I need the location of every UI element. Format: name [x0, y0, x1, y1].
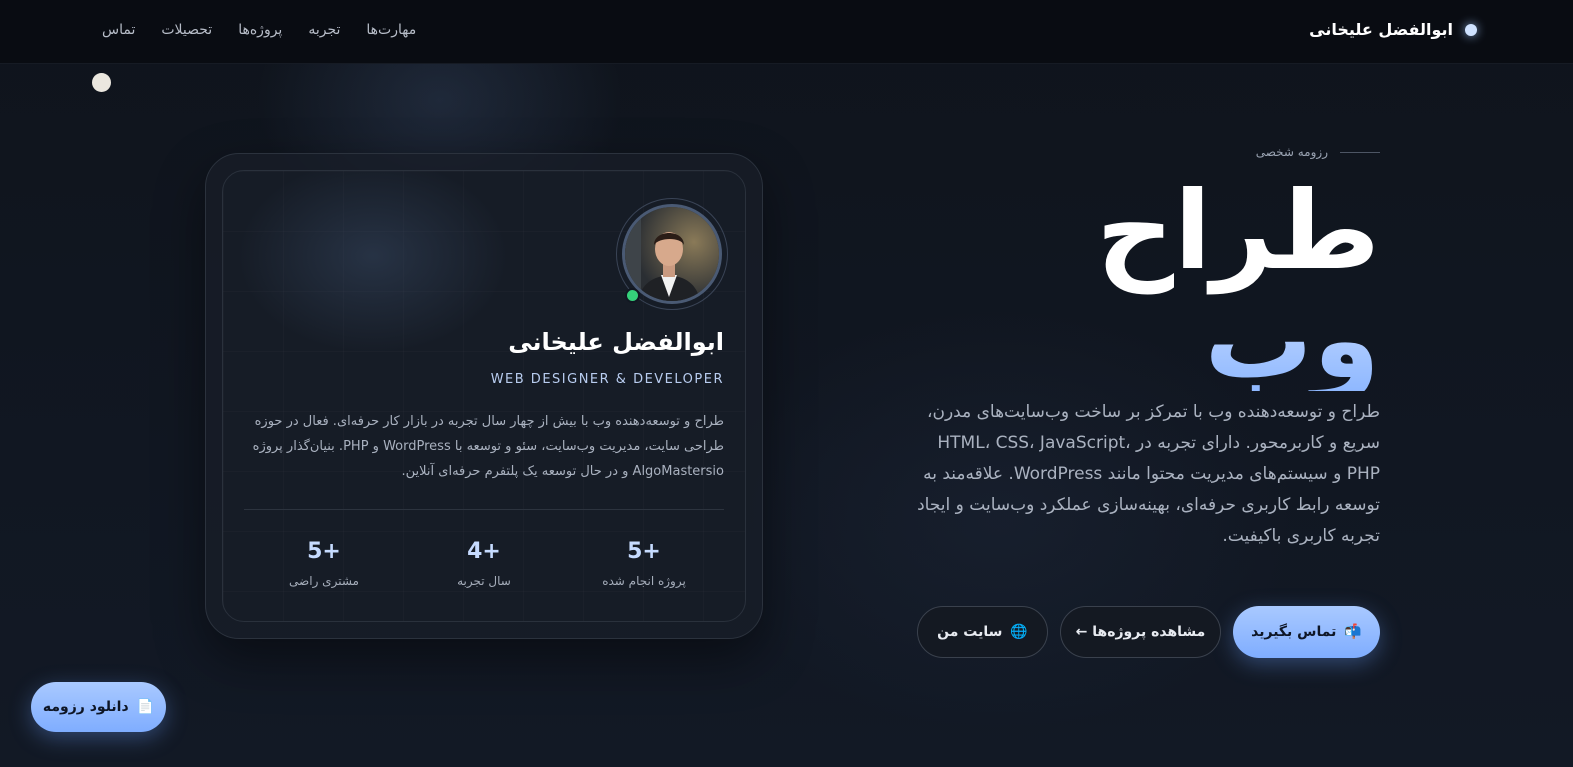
- stat-projects: 5+ پروژه انجام شده: [564, 539, 724, 588]
- stat-label: سال تجربه: [457, 574, 511, 588]
- hero-eyebrow: رزومه شخصی: [910, 145, 1380, 159]
- eyebrow-text: رزومه شخصی: [1255, 145, 1328, 159]
- top-navbar: ابوالفضل علیخانی مهارت‌ها تجربه پروژه‌ها…: [0, 0, 1573, 64]
- avatar-ring: [616, 198, 728, 310]
- my-site-button[interactable]: 🌐 سایت من: [917, 606, 1048, 658]
- nav-link-contact[interactable]: تماس: [102, 22, 135, 38]
- brand-dot-icon: [1465, 23, 1477, 36]
- hero-title-line2: وب: [910, 287, 1380, 395]
- mailbox-icon: 📬: [1344, 624, 1362, 640]
- hero-section: رزومه شخصی طراح وب طراح و توسعه‌دهنده وب…: [910, 140, 1380, 658]
- hero-title-line1: طراح: [1096, 169, 1380, 294]
- nav-links: مهارت‌ها تجربه پروژه‌ها تحصیلات تماس: [102, 22, 416, 38]
- card-name: ابوالفضل علیخانی: [508, 328, 724, 356]
- brand-name: ابوالفضل علیخانی: [1309, 20, 1453, 39]
- my-site-label: سایت من: [937, 624, 1003, 640]
- nav-link-experience[interactable]: تجربه: [308, 22, 340, 38]
- eyebrow-line: [1340, 151, 1380, 153]
- stat-experience: 4+ سال تجربه: [404, 539, 564, 588]
- nav-link-education[interactable]: تحصیلات: [161, 22, 212, 38]
- stat-value: 4+: [467, 539, 501, 564]
- online-status-icon: [625, 288, 640, 303]
- brand[interactable]: ابوالفضل علیخانی: [1309, 20, 1477, 39]
- card-divider: [244, 509, 724, 510]
- stat-label: مشتری راضی: [289, 574, 359, 588]
- profile-card-inner: ابوالفضل علیخانی WEB DESIGNER & DEVELOPE…: [222, 170, 746, 622]
- nav-link-skills[interactable]: مهارت‌ها: [366, 22, 416, 38]
- view-projects-button[interactable]: مشاهده پروژه‌ها ←: [1060, 606, 1221, 658]
- document-icon: 📄: [136, 699, 155, 715]
- card-role: WEB DESIGNER & DEVELOPER: [490, 372, 724, 387]
- hero-description: طراح و توسعه‌دهنده وب با تمرکز بر ساخت و…: [917, 402, 1380, 546]
- nav-link-projects[interactable]: پروژه‌ها: [238, 22, 282, 38]
- globe-icon: 🌐: [1010, 624, 1028, 640]
- download-resume-label: دانلود رزومه: [42, 699, 129, 715]
- stat-clients: 5+ مشتری راضی: [244, 539, 404, 588]
- custom-cursor-dot: [92, 73, 111, 92]
- stat-value: 5+: [627, 539, 661, 564]
- download-resume-button[interactable]: 📄 دانلود رزومه: [31, 682, 166, 732]
- profile-card: ابوالفضل علیخانی WEB DESIGNER & DEVELOPE…: [205, 153, 763, 639]
- stat-value: 5+: [307, 539, 341, 564]
- stat-label: پروژه انجام شده: [602, 574, 686, 588]
- view-projects-label: مشاهده پروژه‌ها ←: [1075, 624, 1206, 640]
- card-description: طراح و توسعه‌دهنده وب با بیش از چهار سال…: [252, 414, 724, 479]
- hero-buttons: 📬 تماس بگیرید مشاهده پروژه‌ها ← 🌐 سایت م…: [917, 606, 1380, 658]
- stats-row: 5+ پروژه انجام شده 4+ سال تجربه 5+ مشتری…: [244, 539, 724, 588]
- contact-button[interactable]: 📬 تماس بگیرید: [1233, 606, 1380, 658]
- contact-button-label: تماس بگیرید: [1251, 624, 1337, 640]
